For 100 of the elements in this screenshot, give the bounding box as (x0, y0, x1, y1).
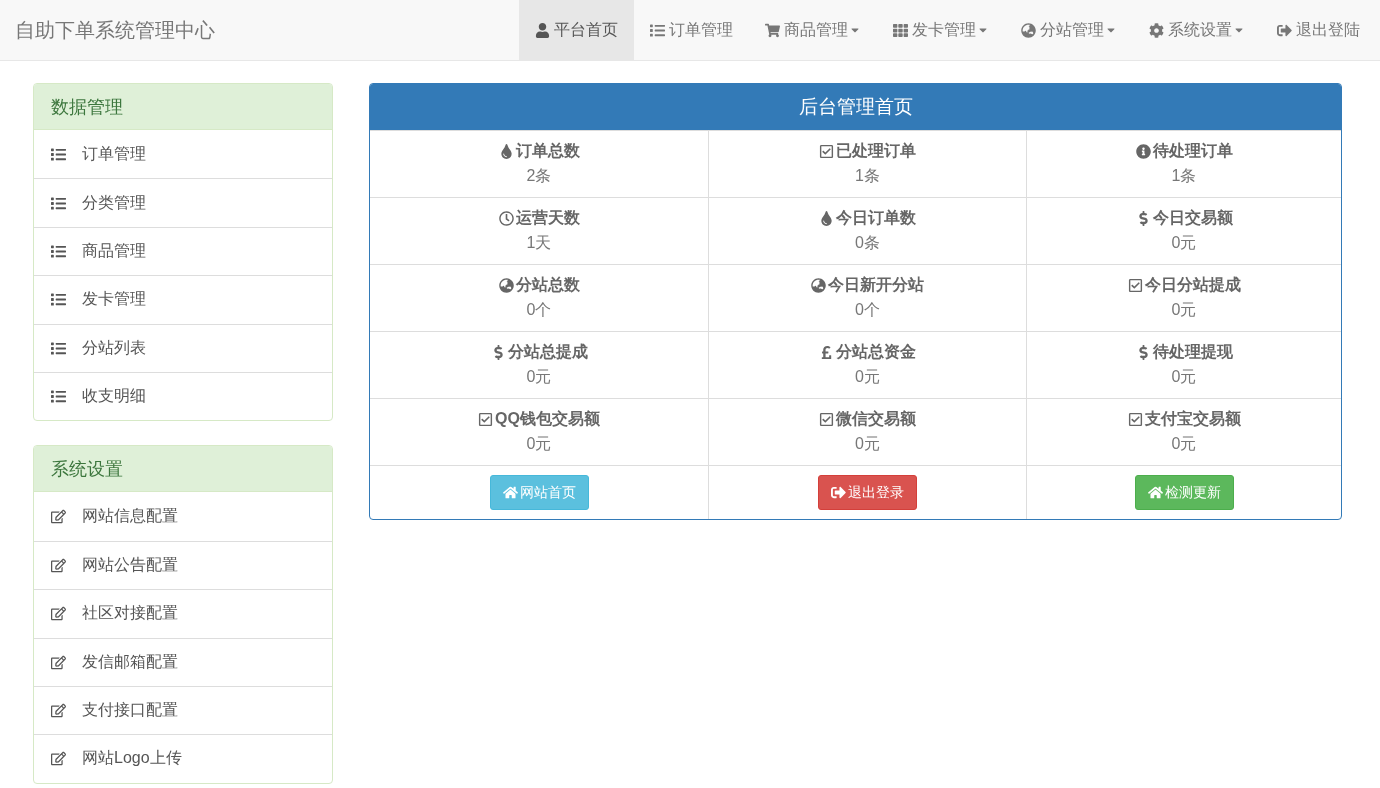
checkbox-icon (478, 412, 494, 427)
sidebar-item[interactable]: 分站列表 (34, 323, 332, 372)
sidebar-label: 分站列表 (82, 337, 146, 358)
info-icon (1135, 144, 1151, 159)
sidebar-item[interactable]: 社区对接配置 (34, 589, 332, 638)
brand-title: 自助下单系统管理中心 (14, 17, 216, 43)
sidebar-label: 分类管理 (82, 192, 146, 213)
edit-icon (51, 654, 66, 670)
home-icon (502, 485, 518, 500)
sidebar-item[interactable]: 网站信息配置 (34, 492, 332, 541)
edit-icon (51, 509, 66, 525)
nav-item[interactable]: 退出登陆 (1261, 0, 1376, 60)
nav-item[interactable]: 分站管理 (1005, 0, 1133, 60)
stat-label: 支付宝交易额 (1144, 409, 1241, 429)
sidebar-label: 网站公告配置 (82, 554, 178, 575)
stat-label: 待处理提现 (1152, 342, 1233, 362)
cart-icon (765, 22, 780, 38)
sidebar-item[interactable]: 网站公告配置 (34, 540, 332, 590)
nav-label: 商品管理 (784, 19, 848, 40)
list-icon (51, 389, 66, 405)
nav-label: 发卡管理 (912, 19, 976, 40)
sidebar-label: 社区对接配置 (82, 603, 178, 624)
logout-icon (831, 485, 846, 500)
home-icon (1147, 485, 1163, 500)
sidebar-label: 网站Logo上传 (82, 748, 182, 769)
checkbox-icon (819, 412, 834, 427)
user-icon (535, 22, 550, 38)
stat-label: QQ钱包交易额 (495, 409, 600, 429)
stat-value: 0元 (526, 367, 552, 387)
gear-icon (1149, 22, 1164, 38)
sidebar-item[interactable]: 支付接口配置 (34, 685, 332, 735)
edit-icon (51, 557, 66, 573)
nav-item[interactable]: 平台首页 (519, 0, 634, 60)
stat-value: 0个 (526, 300, 552, 320)
stat-value: 0元 (1171, 300, 1197, 320)
sidebar-item[interactable]: 分类管理 (34, 178, 332, 227)
sidebar-item[interactable]: 发卡管理 (34, 275, 332, 324)
globe-icon (811, 278, 826, 293)
nav-label: 订单管理 (669, 19, 733, 40)
sidebar-item[interactable]: 订单管理 (34, 130, 332, 179)
stat-value: 2条 (526, 166, 552, 186)
stat-label: 今日交易额 (1152, 208, 1233, 228)
clock-icon (498, 211, 514, 226)
logout-icon (1277, 22, 1292, 38)
sidebar-label: 网站信息配置 (82, 506, 178, 527)
sidebar-item[interactable]: 收支明细 (34, 371, 332, 421)
nav-item[interactable]: 发卡管理 (877, 0, 1005, 60)
stat-label: 运营天数 (515, 208, 580, 228)
nav-item[interactable]: 订单管理 (634, 0, 749, 60)
sidebar-heading: 系统设置 (34, 446, 332, 493)
sidebar-label: 支付接口配置 (82, 700, 178, 721)
stat-value: 0元 (1171, 367, 1197, 387)
panel-title: 后台管理首页 (370, 84, 1341, 130)
stat-value: 0元 (855, 367, 880, 387)
stat-label: 订单总数 (515, 141, 580, 161)
list-icon (51, 195, 66, 211)
stat-label: 已处理订单 (836, 141, 916, 161)
nav-label: 平台首页 (554, 19, 618, 40)
stat-value: 0元 (1171, 233, 1197, 253)
stat-value: 1条 (855, 166, 880, 186)
pound-icon (819, 345, 834, 360)
stat-label: 分站总提成 (507, 342, 588, 362)
sidebar-heading: 数据管理 (34, 84, 332, 130)
sidebar-item[interactable]: 发信邮箱配置 (34, 637, 332, 686)
nav-label: 退出登陆 (1296, 19, 1360, 40)
stat-label: 分站总数 (515, 275, 580, 295)
list-icon (51, 340, 66, 356)
grid-icon (893, 22, 908, 38)
sidebar-label: 发信邮箱配置 (82, 651, 178, 672)
list-icon (51, 146, 66, 162)
list-icon (650, 22, 665, 38)
nav-item[interactable]: 商品管理 (749, 0, 877, 60)
stat-value: 0元 (526, 434, 552, 454)
edit-icon (51, 703, 66, 719)
stat-value: 1天 (526, 233, 552, 253)
edit-icon (51, 606, 66, 622)
list-icon (51, 292, 66, 308)
stat-value: 0条 (855, 233, 880, 253)
nav-label: 分站管理 (1040, 19, 1104, 40)
stat-label: 今日新开分站 (828, 275, 924, 295)
sidebar-label: 订单管理 (82, 143, 146, 164)
stat-label: 今日订单数 (836, 208, 916, 228)
stat-label: 分站总资金 (836, 342, 916, 362)
nav-item[interactable]: 系统设置 (1133, 0, 1261, 60)
list-icon (51, 243, 66, 259)
sidebar-label: 收支明细 (82, 386, 146, 407)
stat-label: 微信交易额 (836, 409, 916, 429)
sidebar-item[interactable]: 网站Logo上传 (34, 734, 332, 783)
action-button[interactable]: 退出登录 (818, 475, 917, 510)
stat-value: 0元 (855, 434, 880, 454)
globe-icon (498, 278, 514, 293)
checkbox-icon (819, 144, 834, 159)
nav-label: 系统设置 (1168, 19, 1232, 40)
sidebar-item[interactable]: 商品管理 (34, 226, 332, 276)
edit-icon (51, 751, 66, 767)
stat-value: 1条 (1171, 166, 1197, 186)
sidebar-label: 商品管理 (82, 240, 146, 261)
checkbox-icon (1127, 278, 1143, 293)
stat-label: 待处理订单 (1152, 141, 1233, 161)
drop-icon (498, 144, 514, 159)
